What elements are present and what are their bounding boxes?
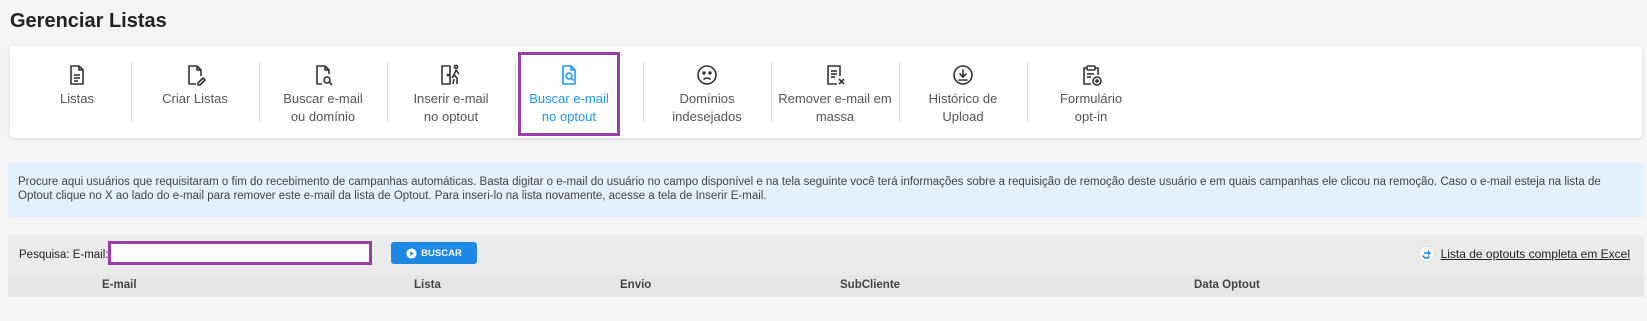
clipboard-add-icon	[1079, 63, 1103, 87]
document-search-icon	[311, 63, 335, 87]
nav-item-formulario-optin[interactable]: Formulário opt-in	[1024, 58, 1158, 130]
nav-item-buscar-email-optout[interactable]: Buscar e-mail no optout	[518, 52, 620, 136]
search-label: Pesquisa: E-mail:	[19, 249, 109, 261]
download-circle-icon	[951, 63, 975, 87]
nav-item-label: Formulário	[1059, 91, 1123, 106]
nav-item-historico-upload[interactable]: Histórico de Upload	[896, 58, 1030, 130]
nav-item-remover-email-massa[interactable]: Remover e-mail em massa	[768, 58, 902, 130]
document-list-icon	[65, 63, 89, 87]
nav-toolbar: Listas Criar Listas Buscar e-mail ou dom…	[10, 46, 1642, 138]
nav-item-inserir-email-optout[interactable]: Inserir e-mail no optout	[384, 58, 518, 130]
nav-item-label: opt-in	[1074, 109, 1108, 124]
excel-download-icon	[1418, 246, 1435, 262]
nav-item-label: Remover e-mail em	[778, 91, 892, 106]
column-header-subcliente: SubCliente	[840, 279, 901, 291]
exit-door-person-icon	[439, 63, 463, 87]
page-title: Gerenciar Listas	[10, 10, 167, 32]
nav-item-label: Listas	[60, 91, 94, 106]
nav-item-label: no optout	[423, 109, 479, 124]
excel-link-label: Lista de optouts completa em Excel	[1440, 247, 1630, 261]
nav-item-criar-listas[interactable]: Criar Listas	[128, 58, 262, 130]
nav-item-label: Upload	[942, 109, 984, 124]
document-edit-icon	[183, 63, 207, 87]
nav-item-label: Inserir e-mail	[413, 91, 489, 106]
nav-item-label: Histórico de	[928, 91, 998, 106]
column-header-data-optout: Data Optout	[1194, 279, 1260, 291]
nav-item-label: Domínios	[679, 91, 735, 106]
nav-item-listas[interactable]: Listas	[10, 58, 144, 130]
search-button-label: BUSCAR	[421, 247, 462, 259]
email-search-input[interactable]	[108, 241, 372, 265]
play-circle-icon	[406, 247, 417, 259]
excel-export-link[interactable]: Lista de optouts completa em Excel	[1418, 246, 1630, 262]
search-bar: Pesquisa: E-mail: BUSCAR Lista de optout…	[8, 235, 1644, 275]
remove-document-icon	[823, 63, 847, 87]
table-header: E-mail Lista Envio SubCliente Data Optou…	[8, 275, 1644, 297]
nav-item-dominios-indesejados[interactable]: Domínios indesejados	[640, 58, 774, 130]
nav-item-label: ou domínio	[290, 109, 356, 124]
nav-item-label: no optout	[541, 109, 597, 124]
search-document-icon	[557, 63, 581, 87]
nav-item-label: Criar Listas	[162, 91, 228, 106]
column-header-email: E-mail	[102, 279, 137, 291]
search-button[interactable]: BUSCAR	[391, 242, 477, 264]
sad-face-icon	[695, 63, 719, 87]
info-message: Procure aqui usuários que requisitaram o…	[8, 162, 1644, 217]
column-header-lista: Lista	[414, 279, 441, 291]
column-header-envio: Envio	[620, 279, 652, 291]
nav-item-buscar-email-dominio[interactable]: Buscar e-mail ou domínio	[256, 58, 390, 130]
nav-item-label: Buscar e-mail	[283, 91, 363, 106]
nav-item-label: massa	[815, 109, 855, 124]
nav-item-label: indesejados	[672, 109, 742, 124]
nav-divider	[515, 62, 516, 122]
nav-item-label: Buscar e-mail	[529, 91, 609, 106]
